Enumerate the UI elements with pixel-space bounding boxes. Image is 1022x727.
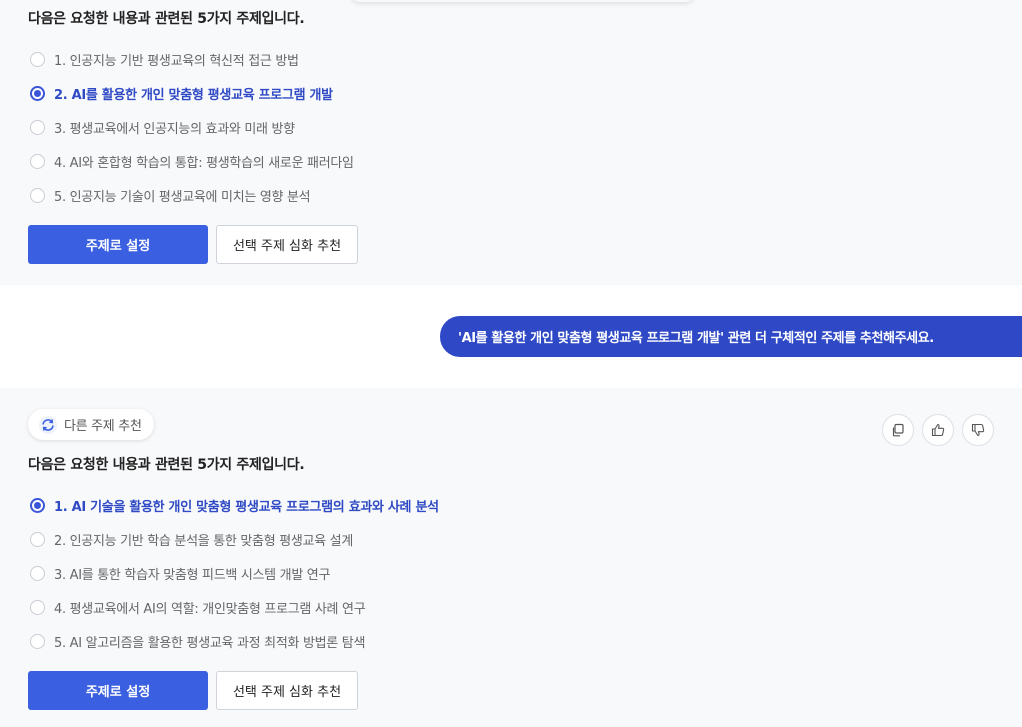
other-topic-recommend-button[interactable]: 다른 주제 추천 — [28, 409, 154, 440]
topic-option[interactable]: 1. 인공지능 기반 평생교육의 혁신적 접근 방법 — [30, 42, 354, 76]
topic-option[interactable]: 3. 평생교육에서 인공지능의 효과와 미래 방향 — [30, 110, 354, 144]
topic-option[interactable]: 3. AI를 통한 학습자 맞춤형 피드백 시스템 개발 연구 — [30, 556, 439, 590]
assistant-response-1: 다음은 요청한 내용과 관련된 5가지 주제입니다. 1. 인공지능 기반 평생… — [0, 0, 1022, 285]
radio-button[interactable] — [30, 187, 45, 203]
response-intro: 다음은 요청한 내용과 관련된 5가지 주제입니다. — [28, 457, 305, 473]
feedback-actions — [882, 414, 994, 446]
topic-option[interactable]: 5. 인공지능 기술이 평생교육에 미치는 영향 분석 — [30, 178, 354, 212]
set-topic-button[interactable]: 주제로 설정 — [28, 225, 208, 264]
radio-button[interactable] — [30, 531, 45, 547]
thumbs-down-icon — [971, 423, 985, 437]
dislike-button[interactable] — [962, 414, 994, 446]
topic-option[interactable]: 5. AI 알고리즘을 활용한 평생교육 과정 최적화 방법론 탐색 — [30, 624, 439, 658]
assistant-response-2: 다른 주제 추천 다음은 요청한 내용과 관련된 5가지 주제입니다. 1. A… — [0, 388, 1022, 727]
copy-icon — [892, 423, 904, 437]
refresh-icon — [38, 415, 58, 435]
topic-options-1: 1. 인공지능 기반 평생교육의 혁신적 접근 방법 2. AI를 활용한 개인… — [30, 42, 354, 212]
set-topic-button[interactable]: 주제로 설정 — [28, 671, 208, 710]
topic-option[interactable]: 2. AI를 활용한 개인 맞춤형 평생교육 프로그램 개발 — [30, 76, 354, 110]
deep-recommend-button[interactable]: 선택 주제 심화 추천 — [216, 671, 358, 710]
response-intro: 다음은 요청한 내용과 관련된 5가지 주제입니다. — [28, 11, 305, 27]
user-message-bubble: 'AI를 활용한 개인 맞춤형 평생교육 프로그램 개발' 관련 더 구체적인 … — [440, 316, 1022, 357]
thumbs-up-icon — [931, 423, 945, 437]
action-buttons-1: 주제로 설정 선택 주제 심화 추천 — [28, 225, 358, 264]
like-button[interactable] — [922, 414, 954, 446]
topic-option[interactable]: 4. 평생교육에서 AI의 역할: 개인맞춤형 프로그램 사례 연구 — [30, 590, 439, 624]
radio-button[interactable] — [30, 85, 45, 101]
topic-option[interactable]: 4. AI와 혼합형 학습의 통합: 평생학습의 새로운 패러다임 — [30, 144, 354, 178]
action-buttons-2: 주제로 설정 선택 주제 심화 추천 — [28, 671, 358, 710]
radio-button[interactable] — [30, 633, 45, 649]
topic-option[interactable]: 1. AI 기술을 활용한 개인 맞춤형 평생교육 프로그램의 효과와 사례 분… — [30, 488, 439, 522]
radio-button[interactable] — [30, 497, 45, 513]
user-message-text: 'AI를 활용한 개인 맞춤형 평생교육 프로그램 개발' 관련 더 구체적인 … — [458, 331, 934, 346]
previous-card-edge — [350, 0, 695, 2]
copy-button[interactable] — [882, 414, 914, 446]
deep-recommend-button[interactable]: 선택 주제 심화 추천 — [216, 225, 358, 264]
radio-button[interactable] — [30, 565, 45, 581]
radio-button[interactable] — [30, 153, 45, 169]
topic-options-2: 1. AI 기술을 활용한 개인 맞춤형 평생교육 프로그램의 효과와 사례 분… — [30, 488, 439, 658]
recommend-chip-label: 다른 주제 추천 — [64, 419, 142, 434]
topic-option[interactable]: 2. 인공지능 기반 학습 분석을 통한 맞춤형 평생교육 설계 — [30, 522, 439, 556]
radio-button[interactable] — [30, 599, 45, 615]
radio-button[interactable] — [30, 119, 45, 135]
radio-button[interactable] — [30, 51, 45, 67]
